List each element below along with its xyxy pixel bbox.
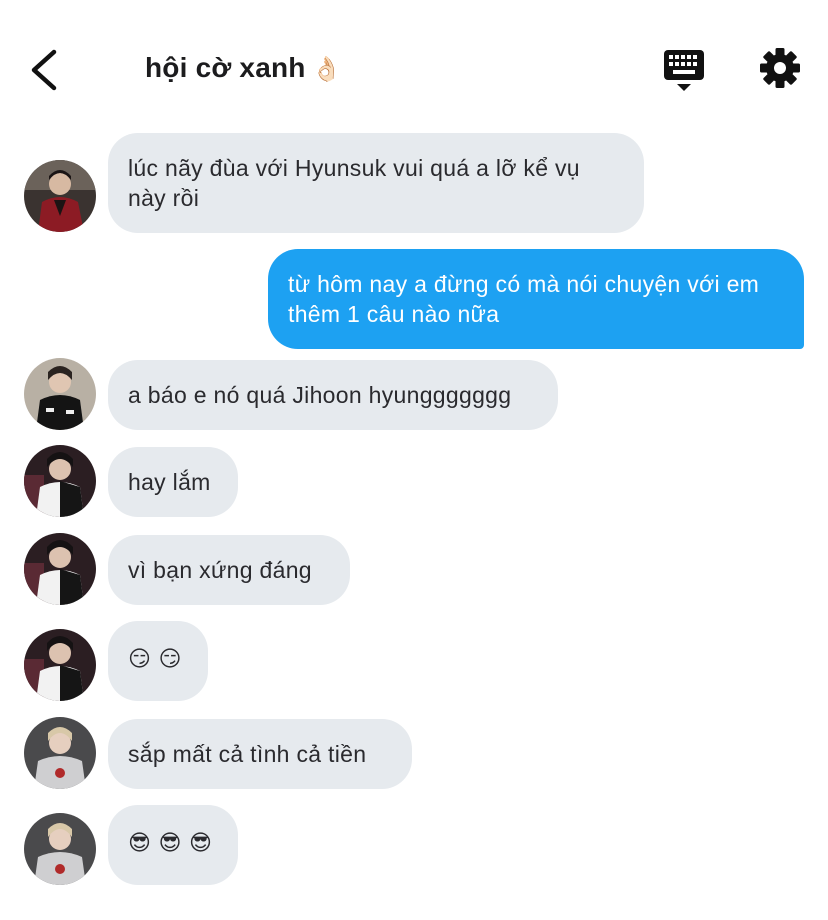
message-bubble-incoming[interactable]: 😏 😏 [108, 621, 208, 701]
message-bubble-incoming[interactable]: sắp mất cả tình cả tiền [108, 719, 412, 789]
avatar-red-jacket [24, 160, 96, 232]
avatar[interactable] [24, 358, 96, 430]
settings-button[interactable] [758, 46, 802, 90]
avatar-grey-hoodie [24, 813, 96, 885]
back-button[interactable] [24, 46, 68, 94]
message-bubble-incoming[interactable]: lúc nãy đùa với Hyunsuk vui quá a lỡ kể … [108, 133, 644, 233]
chat-header: hội cờ xanh 👌🏻 [0, 0, 828, 130]
chat-title: hội cờ xanh 👌🏻 [145, 52, 342, 84]
message-text: hay lắm [128, 469, 211, 495]
avatar[interactable] [24, 445, 96, 517]
message-text: lúc nãy đùa với Hyunsuk vui quá a lỡ kể … [128, 155, 580, 211]
message-text: sắp mất cả tình cả tiền [128, 741, 367, 767]
chevron-left-icon [31, 49, 57, 91]
avatar-grey-hoodie [24, 717, 96, 789]
keyboard-icon [664, 50, 704, 91]
avatar-black-jacket [24, 358, 96, 430]
avatar[interactable] [24, 629, 96, 701]
ok-hand-emoji: 👌🏻 [311, 55, 342, 83]
avatar-black-white-jacket [24, 533, 96, 605]
message-bubble-incoming[interactable]: hay lắm [108, 447, 238, 517]
avatar[interactable] [24, 533, 96, 605]
avatar-black-white-jacket [24, 629, 96, 701]
message-bubble-outgoing[interactable]: từ hôm nay a đừng có mà nói chuyện với e… [268, 249, 804, 349]
message-bubble-incoming[interactable]: a báo e nó quá Jihoon hyunggggggg [108, 360, 558, 430]
message-bubble-incoming[interactable]: 😎 😎 😎 [108, 805, 238, 885]
message-emoji-smirk: 😏 😏 [128, 647, 182, 672]
avatar-black-white-jacket [24, 445, 96, 517]
message-text: a báo e nó quá Jihoon hyunggggggg [128, 382, 512, 408]
chat-title-text: hội cờ xanh [145, 52, 306, 83]
avatar[interactable] [24, 813, 96, 885]
message-emoji-sunglasses: 😎 😎 😎 [128, 831, 213, 856]
message-bubble-incoming[interactable]: vì bạn xứng đáng [108, 535, 350, 605]
message-text: từ hôm nay a đừng có mà nói chuyện với e… [288, 271, 760, 327]
avatar[interactable] [24, 160, 96, 232]
message-text: vì bạn xứng đáng [128, 557, 312, 583]
gear-icon [760, 48, 800, 88]
avatar[interactable] [24, 717, 96, 789]
keyboard-button[interactable] [662, 48, 706, 94]
